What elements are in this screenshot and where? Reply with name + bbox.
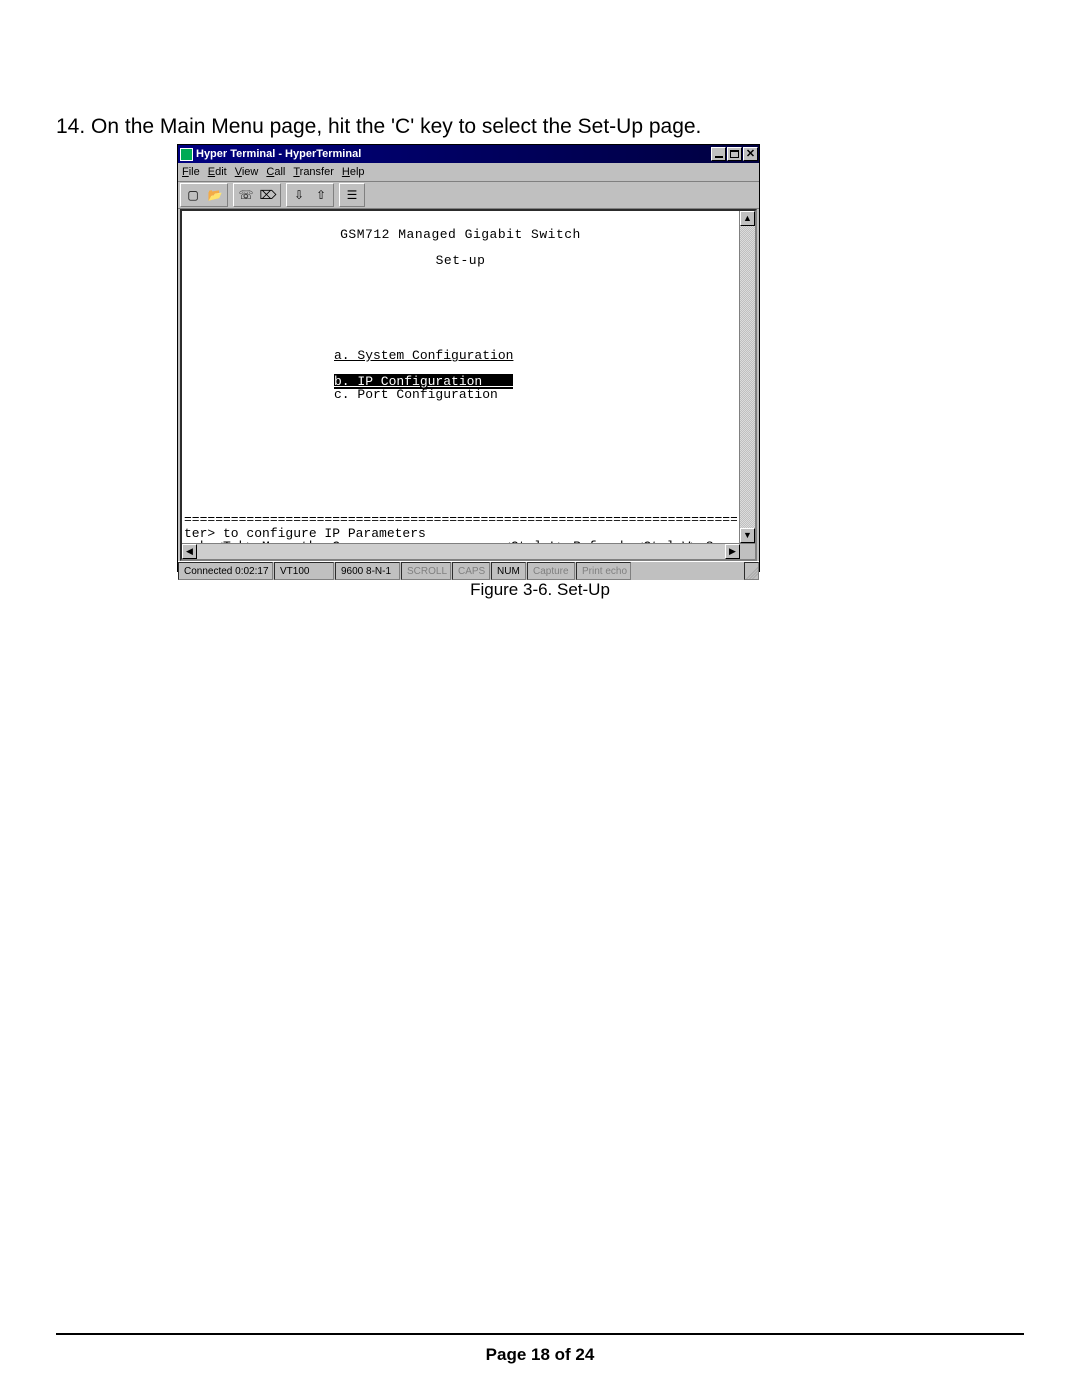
scroll-right-icon[interactable]: ▶	[725, 544, 740, 559]
hscroll-track[interactable]	[197, 544, 725, 559]
term-prompt-2-left: ack <Tab> Move the Cursor	[184, 540, 379, 543]
send-icon[interactable]: ⇩	[288, 185, 310, 205]
close-icon: ✕	[746, 149, 755, 159]
menu-view[interactable]: View	[235, 166, 259, 178]
status-capture: Capture	[527, 562, 575, 580]
resize-grip-icon[interactable]	[744, 562, 759, 580]
menu-transfer[interactable]: Transfer	[293, 166, 334, 178]
open-icon[interactable]: 📂	[204, 185, 226, 205]
receive-icon[interactable]: ⇧	[310, 185, 332, 205]
term-menu-c: c. Port Configuration	[334, 388, 737, 401]
instruction-text: 14. On the Main Menu page, hit the 'C' k…	[56, 115, 701, 139]
figure-caption: Figure 3-6. Set-Up	[0, 580, 1080, 600]
minimize-button[interactable]	[711, 147, 726, 161]
app-icon	[180, 148, 193, 161]
window-title: Hyper Terminal - HyperTerminal	[196, 148, 361, 160]
status-settings: 9600 8-N-1	[335, 562, 400, 580]
status-connection: Connected 0:02:17	[178, 562, 273, 580]
status-emulation: VT100	[274, 562, 334, 580]
terminal-frame: GSM712 Managed Gigabit Switch Set-up a. …	[180, 209, 757, 561]
footer-rule	[56, 1333, 1024, 1335]
page-footer: Page 18 of 24	[0, 1345, 1080, 1365]
scroll-up-icon[interactable]: ▲	[740, 211, 755, 226]
menu-bar: File Edit View Call Transfer Help	[178, 163, 759, 182]
status-num: NUM	[491, 562, 526, 580]
minimize-icon	[715, 156, 723, 158]
hyperterminal-window: Hyper Terminal - HyperTerminal ✕ File Ed…	[177, 144, 760, 572]
term-header-2: Set-up	[184, 254, 737, 267]
horizontal-scrollbar[interactable]: ◀ ▶	[182, 543, 755, 559]
close-button[interactable]: ✕	[743, 147, 758, 161]
toolbar: ▢ 📂 ☏ ⌦ ⇩ ⇧ ☰	[178, 182, 759, 209]
maximize-icon	[730, 150, 739, 158]
vscroll-track[interactable]	[740, 226, 755, 528]
status-caps: CAPS	[452, 562, 490, 580]
status-printecho: Print echo	[576, 562, 631, 580]
document-page: 14. On the Main Menu page, hit the 'C' k…	[0, 0, 1080, 1397]
title-bar[interactable]: Hyper Terminal - HyperTerminal ✕	[178, 145, 759, 163]
term-separator: ========================================…	[184, 513, 737, 526]
scroll-down-icon[interactable]: ▼	[740, 528, 755, 543]
properties-icon[interactable]: ☰	[341, 185, 363, 205]
hangup-icon[interactable]: ⌦	[257, 185, 279, 205]
term-menu-a: a. System Configuration	[334, 349, 737, 362]
menu-edit[interactable]: Edit	[208, 166, 227, 178]
scroll-left-icon[interactable]: ◀	[182, 544, 197, 559]
status-bar: Connected 0:02:17 VT100 9600 8-N-1 SCROL…	[178, 561, 759, 580]
status-scroll: SCROLL	[401, 562, 451, 580]
phone-icon[interactable]: ☏	[235, 185, 257, 205]
new-doc-icon[interactable]: ▢	[182, 185, 204, 205]
menu-help[interactable]: Help	[342, 166, 365, 178]
term-prompt-2-right: <Ctrl-L> Refresh <Ctrl-W> Save	[503, 540, 737, 543]
terminal-output[interactable]: GSM712 Managed Gigabit Switch Set-up a. …	[182, 211, 739, 543]
scroll-corner	[740, 544, 755, 559]
vertical-scrollbar[interactable]: ▲ ▼	[739, 211, 755, 543]
menu-call[interactable]: Call	[266, 166, 285, 178]
term-header-1: GSM712 Managed Gigabit Switch	[184, 228, 737, 241]
menu-file[interactable]: File	[182, 166, 200, 178]
maximize-button[interactable]	[727, 147, 742, 161]
